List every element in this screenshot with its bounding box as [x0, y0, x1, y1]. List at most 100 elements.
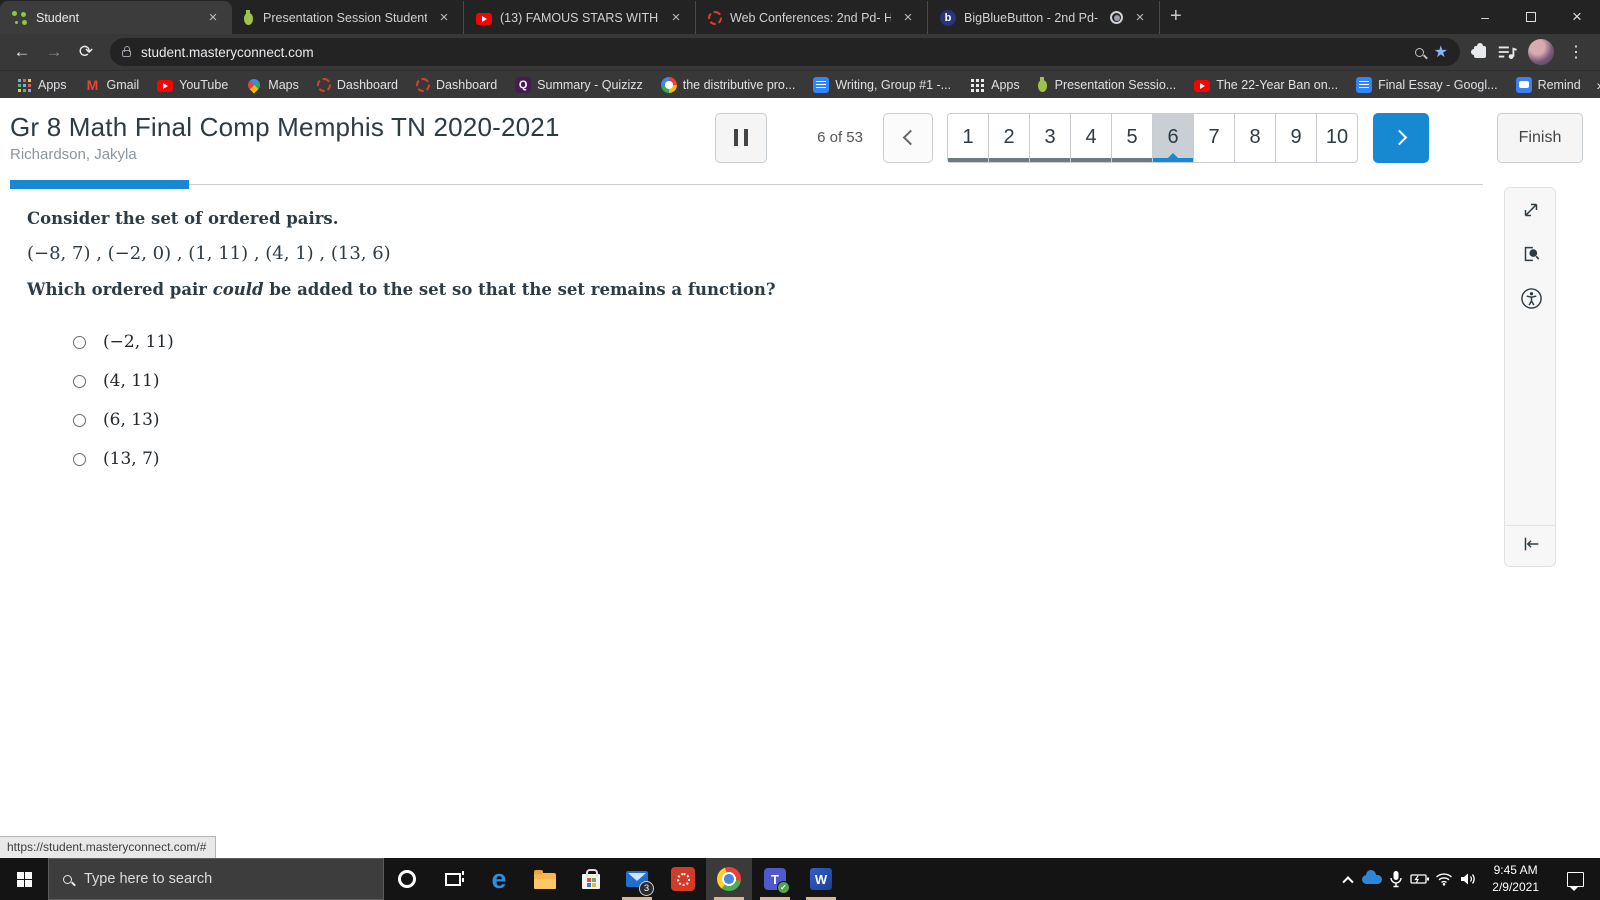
- canvas-icon: [671, 867, 695, 891]
- answer-option-b[interactable]: (4, 11): [73, 371, 1600, 391]
- expand-fullscreen-button[interactable]: [1505, 188, 1557, 232]
- maximize-button[interactable]: [1508, 0, 1554, 34]
- page-button-10[interactable]: 10: [1316, 112, 1358, 163]
- bookmark-maps[interactable]: Maps: [238, 74, 307, 96]
- back-button[interactable]: ←: [8, 38, 36, 66]
- pause-button[interactable]: [715, 112, 768, 163]
- mail-button[interactable]: 3: [614, 858, 660, 900]
- edge-button[interactable]: e: [476, 858, 522, 900]
- page-button-3[interactable]: 3: [1029, 112, 1071, 163]
- taskbar-search-input[interactable]: Type here to search: [48, 858, 384, 900]
- radio-button[interactable]: [73, 452, 86, 466]
- remind-chat-icon: [1515, 76, 1532, 93]
- youtube-icon: [1194, 79, 1211, 92]
- bookmark-star-icon[interactable]: ★: [1434, 42, 1448, 62]
- volume-button[interactable]: [1456, 858, 1480, 900]
- page-button-9[interactable]: 9: [1275, 112, 1317, 163]
- page-button-6[interactable]: 6: [1152, 112, 1194, 163]
- start-button[interactable]: [0, 858, 48, 900]
- tab-close-icon[interactable]: ×: [435, 9, 453, 27]
- new-tab-button[interactable]: +: [1160, 5, 1196, 34]
- radio-button[interactable]: [73, 413, 86, 427]
- tab-close-icon[interactable]: ×: [1131, 9, 1149, 27]
- bookmark-dashboard-2[interactable]: Dashboard: [408, 75, 505, 95]
- task-view-button[interactable]: [430, 858, 476, 900]
- reload-button[interactable]: ⟳: [72, 38, 100, 66]
- bookmarks-bar: Apps M Gmail YouTube Maps Dashboard Dashb…: [0, 70, 1600, 98]
- tab-close-icon[interactable]: ×: [204, 9, 222, 27]
- bookmark-remind[interactable]: Remind: [1508, 74, 1589, 96]
- chrome-button[interactable]: [706, 858, 752, 900]
- accessibility-button[interactable]: [1505, 276, 1557, 320]
- battery-button[interactable]: [1408, 858, 1432, 900]
- url-text[interactable]: student.masteryconnect.com: [141, 45, 1405, 60]
- tab-web-conferences[interactable]: Web Conferences: 2nd Pd- Health ×: [696, 1, 928, 34]
- taskbar-clock[interactable]: 9:45 AM 2/9/2021: [1480, 862, 1551, 897]
- file-explorer-button[interactable]: [522, 858, 568, 900]
- answer-option-c[interactable]: (6, 13): [73, 410, 1600, 430]
- canvas-dashboard-icon: [316, 77, 331, 92]
- action-center-icon[interactable]: [1567, 871, 1584, 891]
- bookmark-presentation[interactable]: Presentation Sessio...: [1030, 74, 1185, 96]
- wifi-button[interactable]: [1432, 858, 1456, 900]
- page-button-4[interactable]: 4: [1070, 112, 1112, 163]
- extensions-puzzle-icon[interactable]: [1471, 43, 1486, 58]
- teams-button[interactable]: T ✓: [752, 858, 798, 900]
- minimize-button[interactable]: –: [1462, 0, 1508, 34]
- bookmark-youtube[interactable]: YouTube: [149, 75, 236, 95]
- chevron-left-icon: [902, 129, 918, 146]
- bookmark-22-year-ban[interactable]: The 22-Year Ban on...: [1186, 75, 1346, 95]
- radio-button[interactable]: [73, 374, 86, 388]
- bookmark-distributive[interactable]: the distributive pro...: [653, 74, 804, 96]
- tab-close-icon[interactable]: ×: [899, 9, 917, 27]
- student-name: Richardson, Jakyla: [10, 146, 137, 163]
- bookmark-final-essay[interactable]: Final Essay - Googl...: [1348, 74, 1506, 96]
- tab-bigbluebutton[interactable]: b BigBlueButton - 2nd Pd- Hea ×: [928, 1, 1160, 34]
- bookmark-gmail[interactable]: M Gmail: [77, 74, 148, 96]
- microsoft-store-button[interactable]: [568, 858, 614, 900]
- tab-student[interactable]: Student ×: [0, 1, 232, 34]
- bookmark-label: The 22-Year Ban on...: [1216, 77, 1339, 92]
- apps-grid-icon: [16, 77, 32, 93]
- option-label: (4, 11): [103, 371, 160, 391]
- address-bar[interactable]: student.masteryconnect.com ★: [110, 38, 1460, 66]
- page-button-8[interactable]: 8: [1234, 112, 1276, 163]
- close-window-button[interactable]: ×: [1554, 0, 1600, 34]
- bookmark-quizizz[interactable]: Q Summary - Quizizz: [507, 74, 651, 96]
- bookmarks-overflow-chevron-icon[interactable]: »: [1591, 77, 1600, 93]
- profile-avatar[interactable]: [1528, 39, 1554, 65]
- radio-button[interactable]: [73, 335, 86, 349]
- forward-button[interactable]: →: [40, 38, 68, 66]
- tray-expand-button[interactable]: [1336, 858, 1360, 900]
- microphone-button[interactable]: [1384, 858, 1408, 900]
- canvas-app-button[interactable]: [660, 858, 706, 900]
- prompt-text: Which ordered pair: [27, 280, 213, 299]
- bookmark-writing-group[interactable]: Writing, Group #1 -...: [805, 74, 959, 96]
- onedrive-button[interactable]: [1360, 858, 1384, 900]
- page-magnifier-button[interactable]: [1505, 232, 1557, 276]
- chevron-up-icon: [1342, 876, 1354, 888]
- collapse-panel-button[interactable]: [1505, 522, 1557, 566]
- answer-option-a[interactable]: (−2, 11): [73, 332, 1600, 352]
- answer-option-d[interactable]: (13, 7): [73, 449, 1600, 469]
- bookmark-dashboard-1[interactable]: Dashboard: [309, 75, 406, 95]
- page-button-1[interactable]: 1: [947, 112, 989, 163]
- previous-question-button[interactable]: [883, 112, 933, 163]
- cortana-button[interactable]: [384, 858, 430, 900]
- word-button[interactable]: W: [798, 858, 844, 900]
- bookmark-apps[interactable]: Apps: [8, 74, 75, 96]
- finish-button[interactable]: Finish: [1497, 112, 1583, 163]
- zoom-icon[interactable]: [1414, 47, 1424, 57]
- tab-presentation-session[interactable]: Presentation Session Student ×: [232, 1, 464, 34]
- tab-youtube[interactable]: (13) FAMOUS STARS WITH THEIR ×: [464, 1, 696, 34]
- next-question-button[interactable]: [1373, 112, 1429, 163]
- edge-icon: e: [491, 863, 507, 894]
- browser-menu-icon[interactable]: ⋮: [1564, 42, 1588, 62]
- page-button-5[interactable]: 5: [1111, 112, 1153, 163]
- tab-close-icon[interactable]: ×: [667, 9, 685, 27]
- bookmark-apps-2[interactable]: Apps: [961, 74, 1028, 96]
- page-button-2[interactable]: 2: [988, 112, 1030, 163]
- option-label: (13, 7): [103, 449, 160, 469]
- page-button-7[interactable]: 7: [1193, 112, 1235, 163]
- media-controls-icon[interactable]: [1496, 41, 1518, 63]
